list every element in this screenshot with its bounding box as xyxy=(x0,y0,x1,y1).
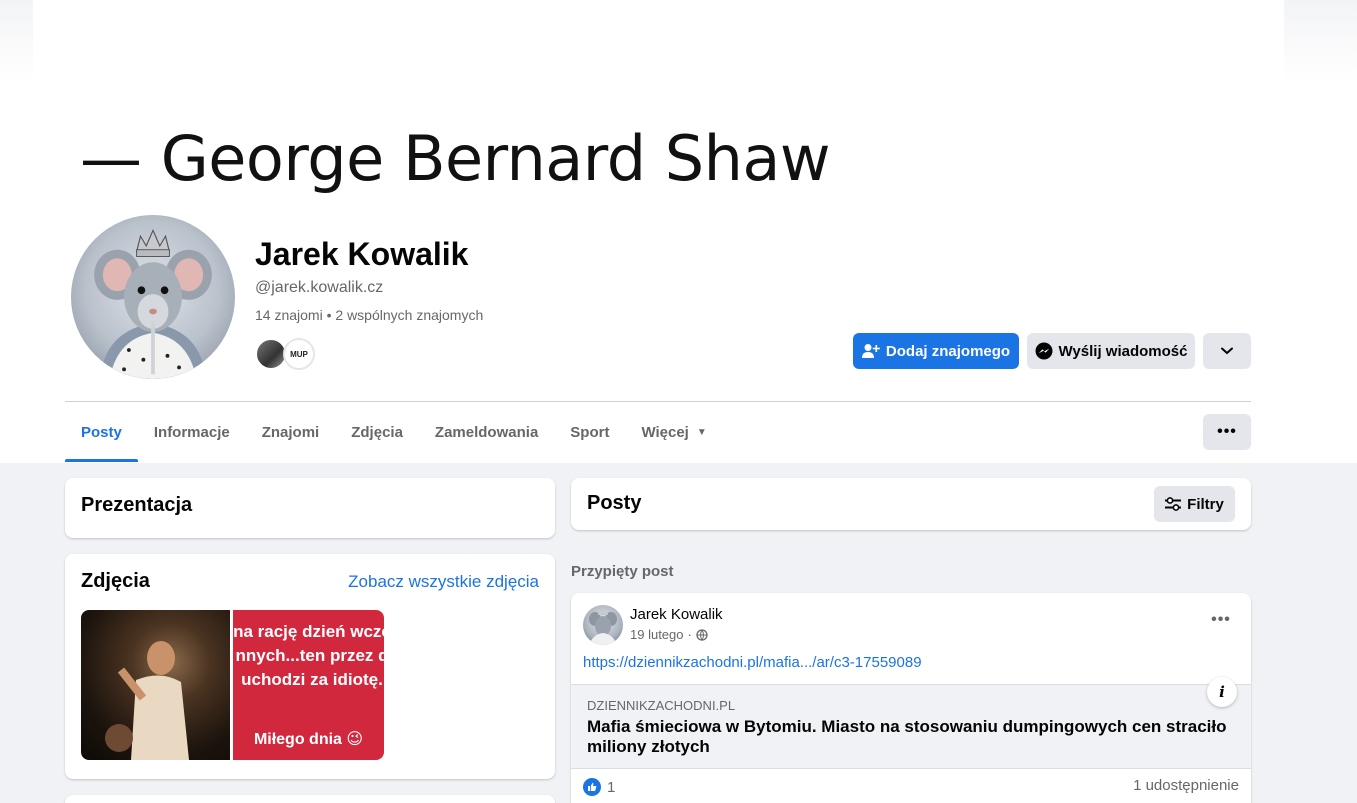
mutual-friend-avatars: MUP xyxy=(255,338,325,370)
post-date[interactable]: 19 lutego xyxy=(630,627,684,642)
intro-card: Prezentacja xyxy=(65,478,555,538)
tab-posts[interactable]: Posty xyxy=(65,402,138,462)
post-author-avatar[interactable] xyxy=(583,605,623,645)
post-author-name[interactable]: Jarek Kowalik xyxy=(630,606,723,623)
pinned-post-label: Przypięty post xyxy=(571,563,674,580)
link-preview-domain: DZIENNIKZACHODNI.PL xyxy=(587,698,736,713)
chevron-down-icon xyxy=(1221,347,1233,355)
photo-thumbnail-text-image[interactable]: na rację dzień wcze nnych...ten przez d … xyxy=(233,610,384,760)
profile-more-dropdown-button[interactable] xyxy=(1203,333,1251,369)
profile-name: Jarek Kowalik xyxy=(255,236,469,272)
next-card xyxy=(65,795,555,803)
tab-check-ins[interactable]: Zameldowania xyxy=(419,402,554,462)
profile-avatar[interactable] xyxy=(68,212,238,382)
profile-handle: @jarek.kowalik.cz xyxy=(255,279,384,296)
filters-button[interactable]: Filtry xyxy=(1154,486,1235,522)
add-friend-button[interactable]: Dodaj znajomego xyxy=(853,333,1019,369)
ellipsis-icon: ••• xyxy=(1217,423,1237,440)
sliders-icon xyxy=(1165,497,1182,511)
cover-quote-attribution: — George Bernard Shaw xyxy=(80,122,831,195)
meta-dot: · xyxy=(687,627,692,642)
tabs-more-options-button[interactable]: ••• xyxy=(1203,414,1251,450)
send-message-label: Wyślij wiadomość xyxy=(1058,342,1188,360)
mutual-friends-link[interactable]: 2 wspólnych znajomych xyxy=(335,307,483,323)
intro-title: Prezentacja xyxy=(81,494,193,516)
send-message-button[interactable]: Wyślij wiadomość xyxy=(1027,333,1195,369)
photo-text-footer: Miłego dnia 😉 xyxy=(253,731,364,748)
link-preview[interactable]: DZIENNIKZACHODNI.PL Mafia śmieciowa w By… xyxy=(571,677,1251,769)
cover-text-fragment xyxy=(250,0,670,2)
like-icon xyxy=(583,778,601,796)
reactions-summary[interactable]: 1 xyxy=(583,777,615,797)
post-meta: 19 lutego · xyxy=(630,627,708,642)
friend-count: 14 znajomi • 2 wspólnych znajomych xyxy=(255,307,483,323)
cover-edge-right xyxy=(1284,0,1357,85)
cover-edge-left xyxy=(0,0,33,85)
globe-icon xyxy=(696,628,708,641)
separator-dot: • xyxy=(322,307,336,323)
pinned-post: Jarek Kowalik 19 lutego · ••• https://dz… xyxy=(571,593,1251,803)
posts-header-card: Posty Filtry xyxy=(571,478,1251,530)
messenger-icon xyxy=(1035,342,1053,360)
tab-about[interactable]: Informacje xyxy=(138,402,246,462)
add-person-icon xyxy=(861,344,880,358)
mutual-friend-avatar[interactable]: MUP xyxy=(283,338,315,370)
share-count[interactable]: 1 udostępnienie xyxy=(1133,777,1239,794)
photos-card: Zdjęcia Zobacz wszystkie zdjęcia na racj… xyxy=(65,554,555,779)
friends-link[interactable]: 14 znajomi xyxy=(255,307,323,323)
tab-friends[interactable]: Znajomi xyxy=(246,402,336,462)
like-count: 1 xyxy=(607,778,616,796)
caret-down-icon: ▼ xyxy=(696,426,707,438)
tab-photos[interactable]: Zdjęcia xyxy=(335,402,419,462)
photo-text: na rację dzień wcze nnych...ten przez d … xyxy=(233,622,384,689)
post-url-link[interactable]: https://dziennikzachodni.pl/mafia.../ar/… xyxy=(583,654,922,671)
posts-title: Posty xyxy=(587,492,642,514)
see-all-photos-link[interactable]: Zobacz wszystkie zdjęcia xyxy=(348,572,539,592)
photos-title: Zdjęcia xyxy=(81,570,150,592)
photo-thumbnail-painting[interactable] xyxy=(81,610,230,760)
post-options-button[interactable]: ••• xyxy=(1207,611,1235,631)
tab-more-label: Więcej xyxy=(641,423,689,441)
add-friend-label: Dodaj znajomego xyxy=(885,342,1011,360)
tab-more[interactable]: Więcej ▼ xyxy=(625,402,722,462)
filters-label: Filtry xyxy=(1187,495,1224,513)
link-preview-title: Mafia śmieciowa w Bytomiu. Miasto na sto… xyxy=(587,717,1227,756)
tab-sport[interactable]: Sport xyxy=(554,402,625,462)
profile-header: — George Bernard Shaw Jarek Kowalik @jar… xyxy=(0,0,1357,463)
info-icon[interactable]: i xyxy=(1207,677,1237,707)
profile-tabs: Posty Informacje Znajomi Zdjęcia Zameldo… xyxy=(65,402,723,462)
